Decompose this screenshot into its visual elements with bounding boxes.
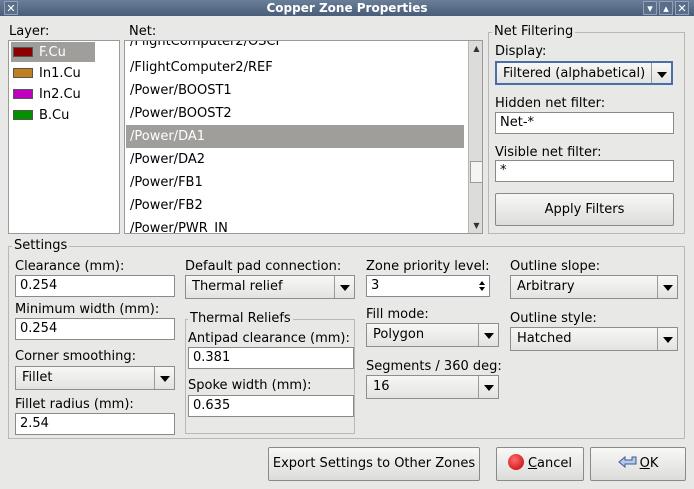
spin-up-icon[interactable] (479, 281, 485, 285)
chevron-down-icon (657, 328, 677, 350)
pad-connection-value: Thermal relief (192, 279, 283, 294)
layer-item-in2cu[interactable]: In2.Cu (11, 84, 95, 104)
minimize-icon[interactable]: ▾ (643, 1, 657, 15)
outline-style-dropdown[interactable]: Hatched (510, 327, 678, 351)
scroll-up-icon[interactable]: ▲ (470, 42, 482, 55)
outline-slope-value: Arbitrary (517, 279, 575, 294)
net-list-scrollbar[interactable]: ▲ ▼ (468, 41, 482, 233)
cancel-icon (507, 454, 524, 470)
net-list-item[interactable]: /FlightComputer2/OSCI (126, 41, 464, 53)
chevron-down-icon (478, 324, 498, 346)
display-label: Display: (495, 44, 547, 59)
corner-smoothing-value: Fillet (22, 370, 53, 385)
export-settings-button[interactable]: Export Settings to Other Zones (268, 447, 480, 481)
segments-label: Segments / 360 deg: (366, 359, 502, 374)
fillet-radius-input[interactable]: 2.54 (15, 413, 175, 435)
min-width-label: Minimum width (mm): (15, 302, 160, 317)
window-title: Copper Zone Properties (266, 1, 428, 15)
spoke-width-label: Spoke width (mm): (188, 378, 312, 393)
net-list-item[interactable]: /Power/FB2 (126, 194, 464, 217)
zone-priority-spinner[interactable]: 3 (366, 275, 490, 297)
net-list-item[interactable]: /FlightComputer2/REF (126, 56, 464, 79)
layer-color-swatch (13, 47, 33, 57)
net-list-item[interactable]: /Power/BOOST2 (126, 102, 464, 125)
visible-filter-label: Visible net filter: (495, 145, 602, 160)
fill-mode-dropdown[interactable]: Polygon (366, 323, 499, 347)
ok-mnemonic: O (639, 456, 650, 471)
segments-dropdown[interactable]: 16 (366, 375, 499, 399)
min-width-input[interactable]: 0.254 (15, 318, 175, 340)
spin-down-icon[interactable] (479, 287, 485, 291)
chevron-down-icon (154, 367, 174, 389)
ok-label: K (649, 456, 659, 471)
layer-color-swatch (13, 89, 33, 99)
layer-label: Layer: (9, 24, 50, 39)
antipad-clearance-label: Antipad clearance (mm): (188, 331, 350, 346)
corner-smoothing-label: Corner smoothing: (15, 349, 137, 364)
layer-item-label: In1.Cu (39, 65, 81, 81)
clearance-label: Clearance (mm): (15, 259, 125, 274)
maximize-icon[interactable]: ▴ (659, 1, 673, 15)
cancel-label: ancel (537, 456, 573, 471)
display-dropdown-value: Filtered (alphabetical) (503, 66, 646, 81)
layer-item-bcu[interactable]: B.Cu (11, 105, 95, 125)
fillet-radius-label: Fillet radius (mm): (15, 397, 134, 412)
layer-item-fcu[interactable]: F.Cu (11, 42, 95, 62)
cancel-mnemonic: C (527, 456, 538, 471)
window-menu-icon[interactable]: ✕ (4, 1, 18, 15)
segments-value: 16 (373, 379, 390, 394)
close-icon[interactable]: ✕ (675, 1, 689, 15)
chevron-down-icon (334, 276, 354, 298)
clearance-input[interactable]: 0.254 (15, 275, 175, 297)
fill-mode-value: Polygon (373, 327, 425, 342)
zone-priority-label: Zone priority level: (366, 259, 490, 274)
net-label: Net: (129, 24, 157, 39)
chevron-down-icon (657, 276, 677, 298)
net-list-item[interactable]: /Power/DA2 (126, 148, 464, 171)
net-list-item[interactable]: /Power/PWR_IN (126, 217, 464, 233)
net-list-item[interactable]: /Power/BOOST1 (126, 79, 464, 102)
visible-filter-input[interactable]: * (495, 160, 674, 182)
layer-list[interactable]: F.Cu In1.Cu In2.Cu B.Cu (8, 40, 120, 234)
net-list[interactable]: /FlightComputer2/OSCI /FlightComputer2/R… (124, 40, 483, 234)
layer-color-swatch (13, 68, 33, 78)
outline-slope-label: Outline slope: (510, 259, 601, 274)
zone-priority-value: 3 (371, 278, 380, 293)
layer-item-label: In2.Cu (39, 86, 81, 102)
hidden-filter-input[interactable]: Net-* (495, 112, 674, 134)
apply-filters-button[interactable]: Apply Filters (495, 193, 674, 226)
layer-item-label: B.Cu (39, 107, 70, 123)
outline-slope-dropdown[interactable]: Arbitrary (510, 275, 678, 299)
title-bar: Copper Zone Properties (0, 0, 694, 16)
ok-arrow-icon (617, 450, 638, 469)
scroll-thumb[interactable] (470, 161, 482, 183)
ok-button[interactable]: OK (590, 447, 686, 481)
layer-item-in1cu[interactable]: In1.Cu (11, 63, 95, 83)
corner-smoothing-dropdown[interactable]: Fillet (15, 366, 175, 390)
pad-connection-label: Default pad connection: (185, 259, 342, 274)
net-list-item[interactable]: /Power/FB1 (126, 171, 464, 194)
cancel-button[interactable]: Cancel (496, 447, 584, 481)
layer-item-label: F.Cu (39, 44, 66, 60)
net-list-item-selected[interactable]: /Power/DA1 (126, 125, 464, 148)
display-dropdown[interactable]: Filtered (alphabetical) (495, 61, 673, 85)
layer-color-swatch (13, 110, 33, 120)
settings-title: Settings (12, 238, 70, 253)
outline-style-label: Outline style: (510, 311, 597, 326)
scroll-down-icon[interactable]: ▼ (470, 219, 482, 232)
thermal-reliefs-title: Thermal Reliefs (188, 311, 293, 326)
spoke-width-input[interactable]: 0.635 (188, 395, 354, 417)
chevron-down-icon (651, 63, 671, 83)
net-filtering-title: Net Filtering (492, 24, 576, 39)
fill-mode-label: Fill mode: (366, 307, 429, 322)
pad-connection-dropdown[interactable]: Thermal relief (185, 275, 355, 299)
outline-style-value: Hatched (517, 331, 572, 346)
antipad-clearance-input[interactable]: 0.381 (188, 347, 354, 369)
hidden-filter-label: Hidden net filter: (495, 96, 606, 111)
chevron-down-icon (478, 376, 498, 398)
